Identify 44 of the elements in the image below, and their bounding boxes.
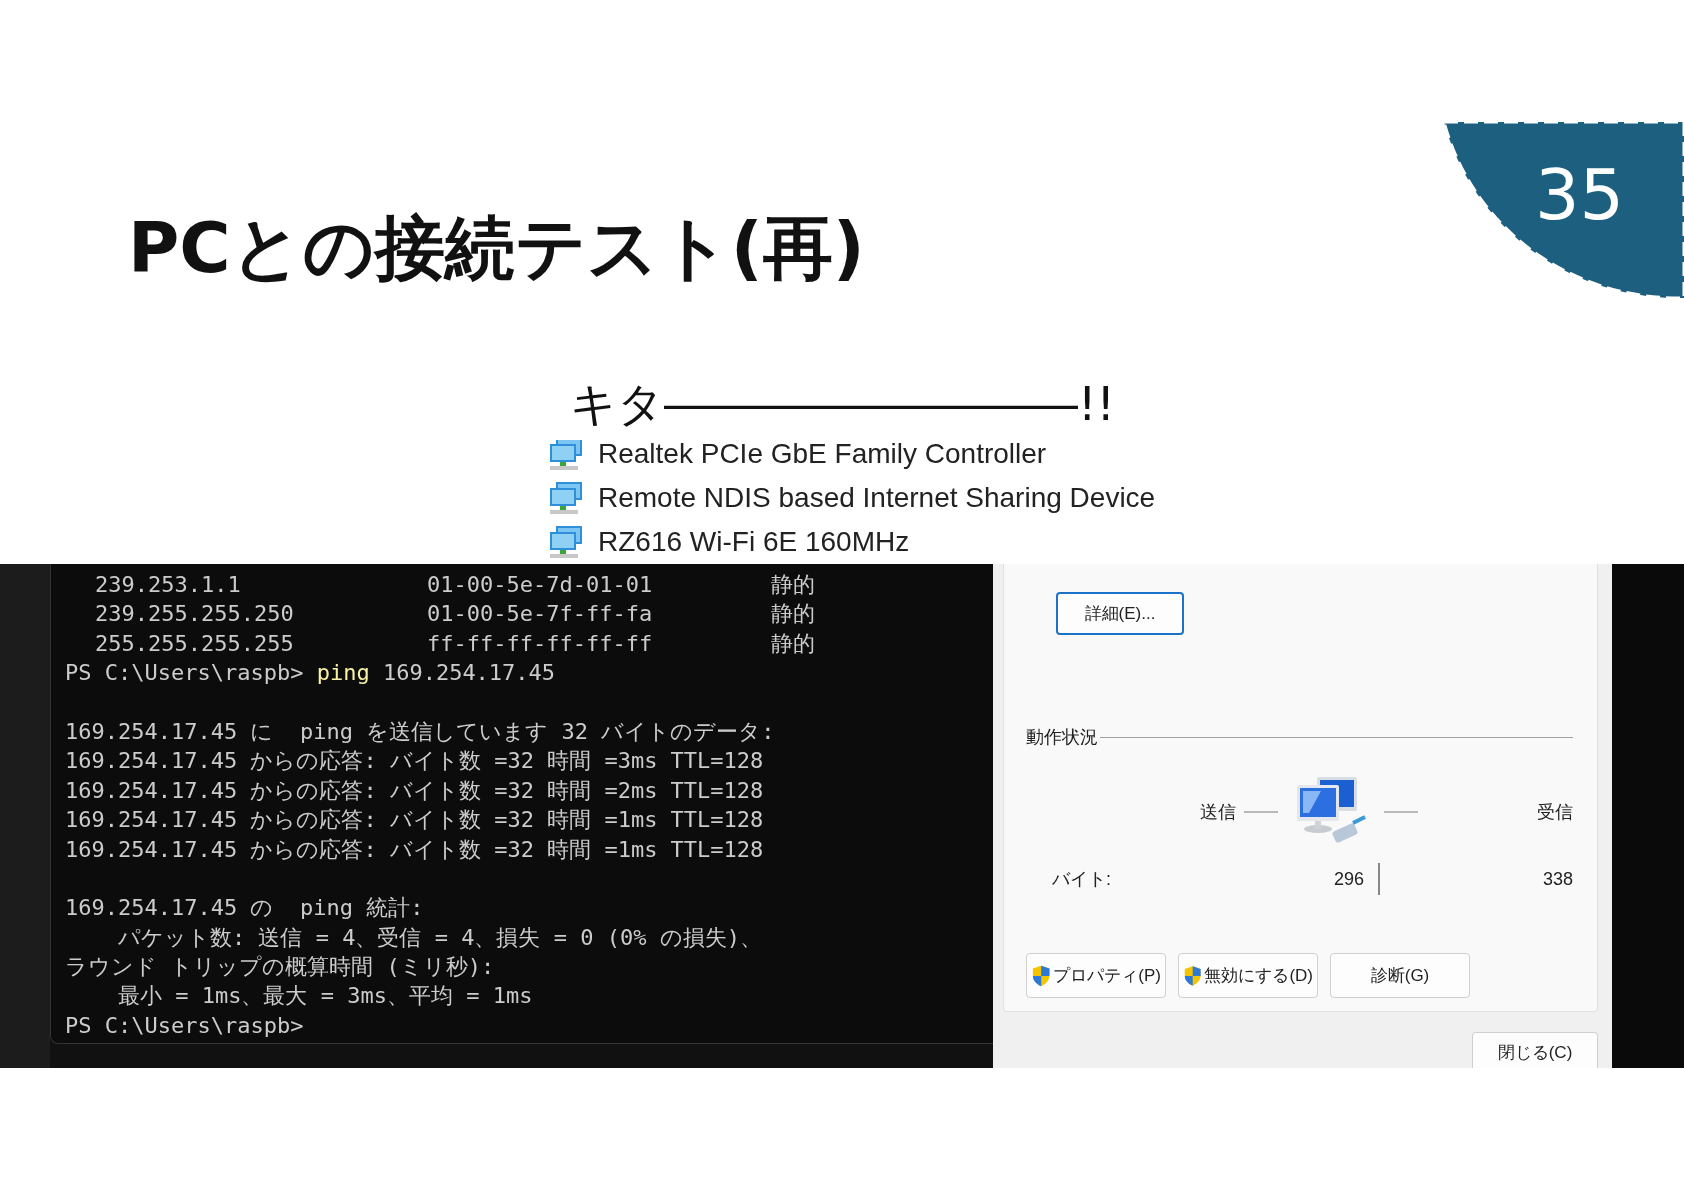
arp-mac-address: 01-00-5e-7f-ff-fa bbox=[427, 600, 654, 629]
arp-address: 255.255.255.255 bbox=[94, 629, 295, 658]
arp-address: 239.255.255.250 bbox=[94, 600, 295, 629]
network-adapter-icon bbox=[548, 525, 584, 559]
shield-icon bbox=[1031, 963, 1052, 988]
page-number: 35 bbox=[1534, 160, 1624, 230]
bytes-label: バイト: bbox=[1052, 868, 1112, 891]
network-adapter-icon bbox=[548, 481, 584, 515]
sent-label: 送信 bbox=[1200, 801, 1236, 824]
terminal-output-line: パケット数: 送信 = 4、受信 = 4、損失 = 0 (0% の損失)、 bbox=[116, 923, 762, 952]
terminal-output-line: 最小 = 1ms、最大 = 3ms、平均 = 1ms bbox=[116, 982, 533, 1011]
arp-type: 静的 bbox=[771, 600, 815, 629]
bytes-sent: 296 bbox=[1333, 868, 1364, 890]
network-adapter-icon bbox=[548, 440, 584, 471]
terminal-output-line: ラウンド トリップの概算時間 (ミリ秒): bbox=[65, 953, 495, 982]
terminal-output-line: 169.254.17.45 の ping 統計: bbox=[65, 894, 424, 923]
terminal-prompt: PS C:\Users\raspb> bbox=[65, 659, 304, 688]
terminal-output-line: 169.254.17.45 からの応答: バイト数 =32 時間 =1ms TTL=128 bbox=[65, 806, 764, 835]
terminal-output-line: 169.254.17.45 に ping を送信しています 32 バイトのデータ: bbox=[65, 717, 775, 746]
arp-address: 239.253.1.1 bbox=[94, 571, 242, 599]
dialog-button[interactable]: 診断(G) bbox=[1330, 953, 1470, 998]
adapter-name: Realtek PCIe GbE Family Controller bbox=[598, 440, 1047, 470]
terminal-output-line: 169.254.17.45 からの応答: バイト数 =32 時間 =2ms TTL=128 bbox=[65, 776, 764, 805]
terminal-argument: 169.254.17.45 bbox=[382, 659, 556, 688]
received-label: 受信 bbox=[1537, 801, 1573, 824]
arp-mac-address: ff-ff-ff-ff-ff-ff bbox=[427, 629, 654, 658]
bytes-received: 338 bbox=[1542, 868, 1573, 890]
terminal-command: ping bbox=[316, 659, 370, 688]
details-button[interactable]: 詳細(E)... bbox=[1056, 592, 1184, 635]
slide-heading: キタ―――――――――!! bbox=[570, 379, 1115, 430]
terminal-output-line: PS C:\Users\raspb> bbox=[65, 1011, 304, 1040]
terminal-output-line: 169.254.17.45 からの応答: バイト数 =32 時間 =3ms TTL=128 bbox=[65, 747, 764, 776]
close-button[interactable]: 閉じる(C) bbox=[1472, 1032, 1598, 1068]
section-label: 動作状況 bbox=[1026, 726, 1098, 749]
adapter-name: RZ616 Wi-Fi 6E 160MHz bbox=[598, 526, 910, 558]
arp-type: 静的 bbox=[771, 571, 815, 599]
terminal-output-line: 169.254.17.45 からの応答: バイト数 =32 時間 =1ms TTL=128 bbox=[65, 835, 764, 864]
shield-icon bbox=[1183, 963, 1203, 988]
arp-mac-address: 01-00-5e-7d-01-01 bbox=[427, 571, 654, 599]
dialog-button[interactable]: プロパティ(P) bbox=[1026, 953, 1166, 998]
arp-type: 静的 bbox=[771, 629, 815, 658]
dialog-button[interactable]: 無効にする(D) bbox=[1178, 953, 1318, 998]
slide-title: PCとの接続テスト(再) bbox=[128, 210, 865, 287]
adapter-name: Remote NDIS based Internet Sharing Device bbox=[598, 482, 1156, 514]
